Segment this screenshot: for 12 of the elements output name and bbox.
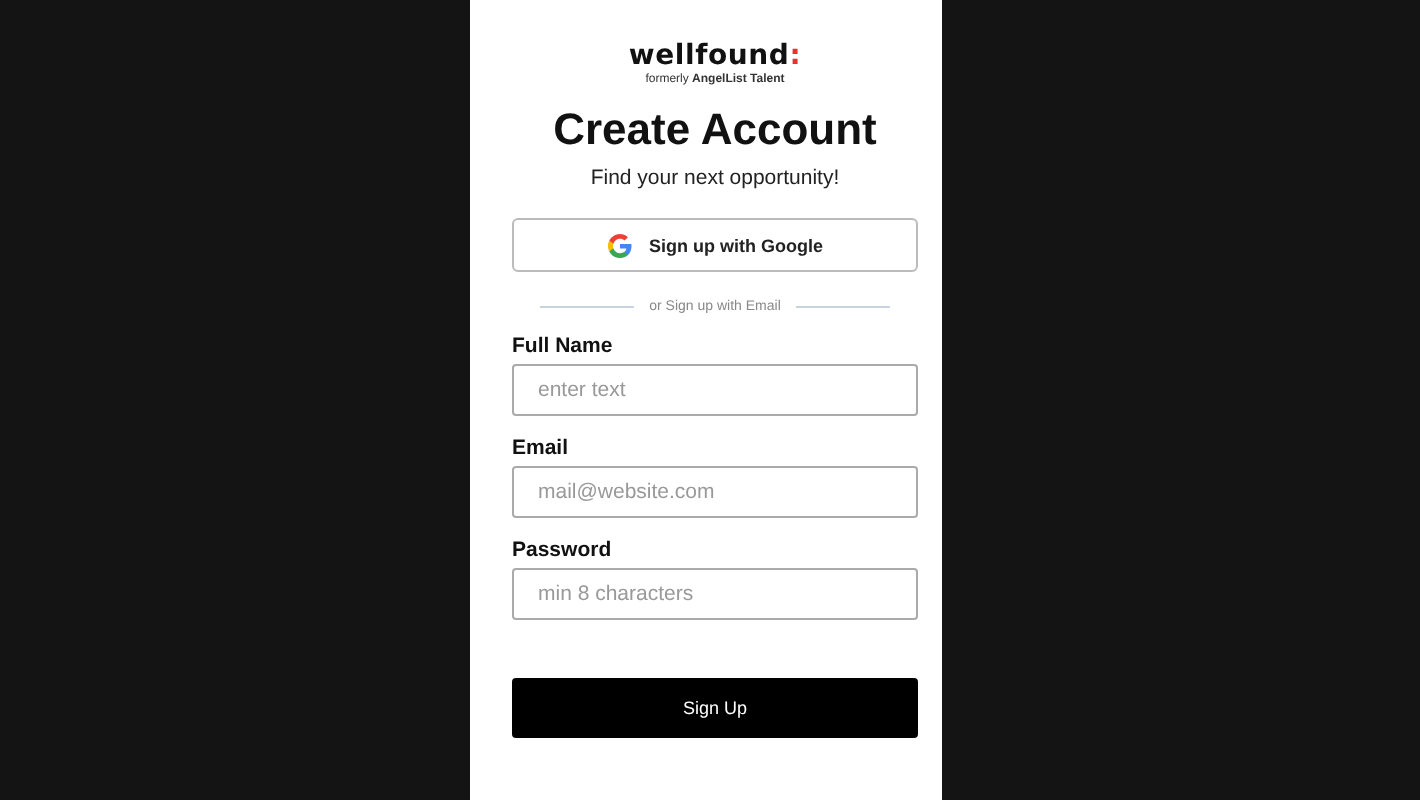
field-label: Full Name — [512, 334, 615, 358]
field-label: Email — [512, 436, 571, 460]
page-title: Create Account — [553, 104, 877, 156]
input-field[interactable]: mail@website.com — [512, 466, 918, 518]
signup-button[interactable]: Sign Up — [512, 678, 918, 738]
logo: wellfound: — [628, 40, 802, 72]
input-field[interactable]: min 8 characters — [512, 568, 918, 620]
google-icon — [607, 233, 631, 257]
input-field[interactable]: enter text — [512, 364, 918, 416]
field-label: Password — [512, 538, 614, 562]
google-signup-button[interactable]: Sign up with Google — [512, 218, 918, 272]
page-subtitle: Find your next opportunity! — [590, 166, 840, 190]
